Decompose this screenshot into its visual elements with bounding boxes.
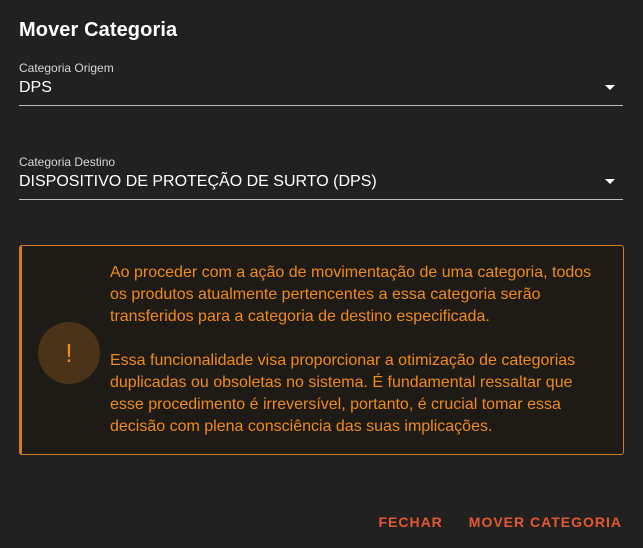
chevron-down-icon[interactable] [605, 179, 615, 184]
destination-category-value: DISPOSITIVO DE PROTEÇÃO DE SURTO (DPS) [19, 173, 377, 190]
exclamation-icon: ! [38, 322, 100, 384]
destination-category-select[interactable]: Categoria Destino DISPOSITIVO DE PROTEÇÃ… [19, 155, 623, 200]
dialog-actions: FECHAR MOVER CATEGORIA [378, 514, 622, 530]
warning-paragraph-1: Ao proceder com a ação de movimentação d… [110, 264, 592, 325]
dialog-title: Mover Categoria [19, 19, 178, 41]
warning-alert: ! Ao proceder com a ação de movimentação… [19, 245, 624, 455]
origin-category-label: Categoria Origem [19, 61, 114, 75]
destination-category-label: Categoria Destino [19, 155, 116, 169]
origin-category-select[interactable]: Categoria Origem DPS [19, 61, 623, 106]
chevron-down-icon[interactable] [605, 85, 615, 90]
move-category-dialog: Mover Categoria Categoria Origem DPS Cat… [0, 0, 643, 548]
warning-text: Ao proceder com a ação de movimentação d… [110, 262, 600, 438]
origin-category-value: DPS [19, 79, 52, 96]
move-category-button[interactable]: MOVER CATEGORIA [469, 514, 622, 530]
close-button[interactable]: FECHAR [378, 514, 442, 530]
warning-paragraph-2: Essa funcionalidade visa proporcionar a … [110, 352, 576, 435]
